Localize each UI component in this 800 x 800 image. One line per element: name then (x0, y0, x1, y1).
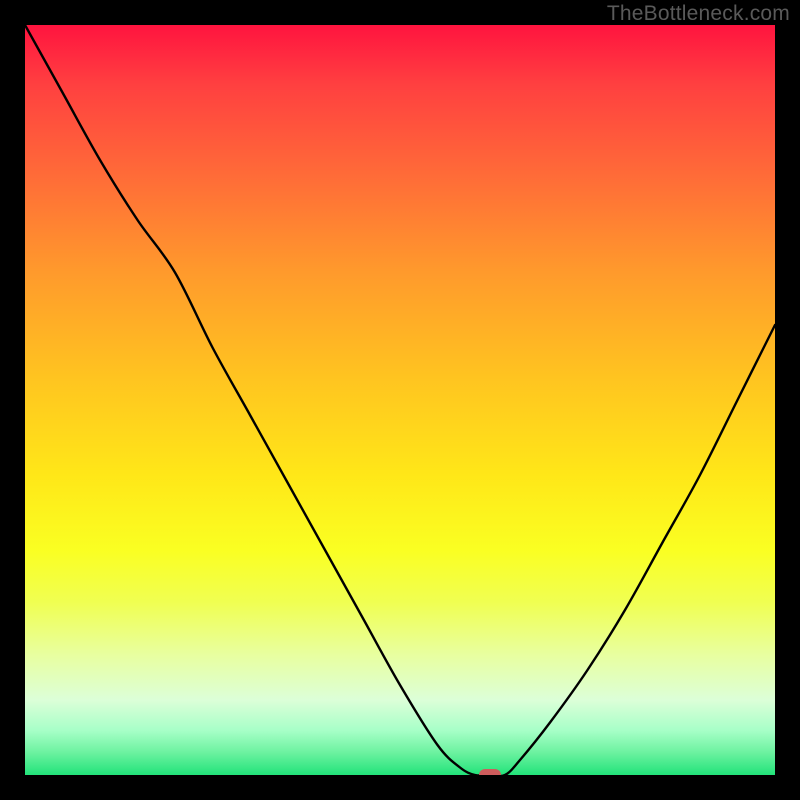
plot-area (25, 25, 775, 775)
bottleneck-curve (25, 25, 775, 775)
optimal-point-marker (479, 769, 501, 775)
chart-frame: TheBottleneck.com (0, 0, 800, 800)
watermark-text: TheBottleneck.com (607, 2, 790, 26)
